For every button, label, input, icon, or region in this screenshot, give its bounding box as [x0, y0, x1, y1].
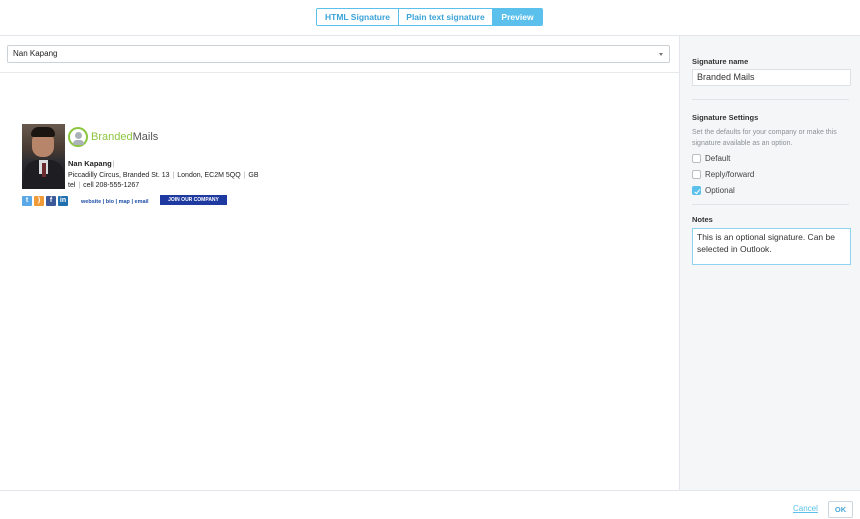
signature-name: Nan Kapang: [68, 159, 112, 168]
tab-html-signature[interactable]: HTML Signature: [317, 9, 399, 25]
user-select-value: Nan Kapang: [13, 49, 58, 58]
option-optional[interactable]: Optional: [692, 186, 735, 195]
divider: [0, 72, 679, 73]
option-reply-forward[interactable]: Reply/forward: [692, 170, 754, 179]
divider: [692, 204, 849, 205]
option-default[interactable]: Default: [692, 154, 730, 163]
reply-forward-checkbox[interactable]: [692, 170, 701, 179]
cancel-link[interactable]: Cancel: [793, 504, 818, 513]
notes-textarea[interactable]: This is an optional signature. Can be se…: [692, 228, 851, 265]
signature-details: Nan Kapang| Piccadilly Circus, Branded S…: [68, 159, 259, 189]
option-reply-forward-label: Reply/forward: [705, 170, 755, 179]
signature-street: Piccadilly Circus, Branded St. 13: [68, 171, 170, 179]
logo-mark-icon: [68, 127, 88, 147]
profile-photo: [22, 124, 65, 189]
tab-preview[interactable]: Preview: [493, 9, 542, 25]
logo-text: BrandedMails: [91, 131, 159, 143]
signature-country: GB: [248, 171, 259, 179]
user-select[interactable]: Nan Kapang: [7, 45, 670, 63]
linkedin-icon[interactable]: in: [58, 196, 68, 206]
signature-name-label: Signature name: [692, 57, 749, 66]
join-our-company-button[interactable]: JOIN OUR COMPANY: [160, 195, 227, 205]
chevron-down-icon: [659, 53, 663, 56]
divider: [692, 99, 849, 100]
signature-city: London, EC2M 5QQ: [177, 171, 241, 179]
signature-cell: cell 208-555-1267: [83, 182, 140, 189]
footer-bar: Cancel OK: [0, 490, 860, 519]
view-tabs: HTML Signature Plain text signature Prev…: [316, 8, 543, 26]
notes-label: Notes: [692, 215, 713, 224]
preview-pane: Nan Kapang BrandedMails Nan Kapang| Picc…: [0, 36, 679, 490]
ok-button[interactable]: OK: [828, 501, 853, 518]
signature-settings-label: Signature Settings: [692, 113, 759, 122]
top-bar: HTML Signature Plain text signature Prev…: [0, 0, 860, 36]
facebook-icon[interactable]: f: [46, 196, 56, 206]
brandedmails-logo: BrandedMails: [68, 127, 168, 149]
optional-checkbox[interactable]: [692, 186, 701, 195]
twitter-icon[interactable]: t: [22, 196, 32, 206]
settings-sidebar: Signature name Branded Mails Signature S…: [679, 36, 860, 490]
rss-icon[interactable]: ): [34, 196, 44, 206]
email-signature-preview: BrandedMails Nan Kapang| Piccadilly Circ…: [22, 124, 282, 214]
social-icons: t ) f in: [22, 196, 68, 206]
option-optional-label: Optional: [705, 186, 735, 195]
default-checkbox[interactable]: [692, 154, 701, 163]
signature-name-input[interactable]: Branded Mails: [692, 69, 851, 86]
tab-plain-text-signature[interactable]: Plain text signature: [399, 9, 493, 25]
settings-description: Set the defaults for your company or mak…: [692, 129, 837, 147]
signature-links[interactable]: website | bio | map | email: [81, 199, 149, 205]
option-default-label: Default: [705, 154, 731, 163]
